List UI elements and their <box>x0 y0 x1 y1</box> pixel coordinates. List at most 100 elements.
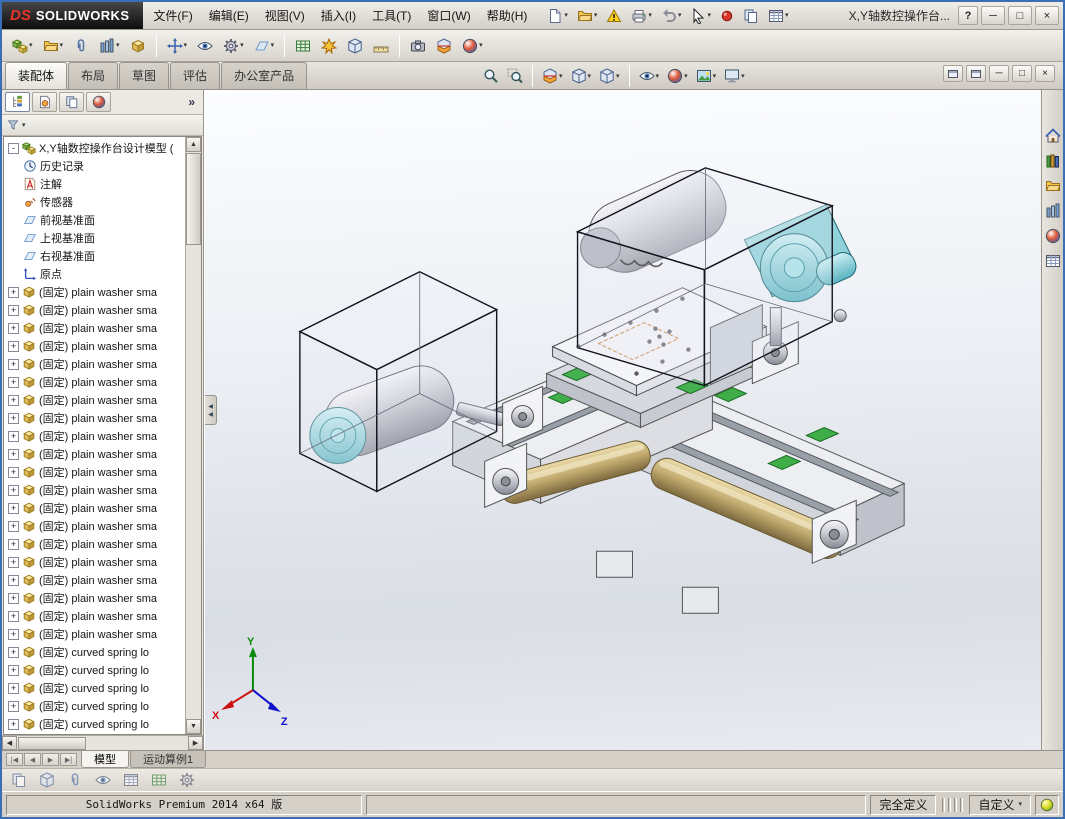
edit-appearance-button[interactable]: ▾ <box>664 65 691 87</box>
cube-tool-button[interactable] <box>35 769 59 791</box>
tree-item-component[interactable]: + (固定) plain washer sma <box>4 301 184 319</box>
rebuild-warning-button[interactable] <box>602 5 626 27</box>
unit-system-selector[interactable]: 自定义 ▾ <box>969 794 1031 815</box>
open-button[interactable]: ▾ <box>573 5 602 27</box>
close-button[interactable]: × <box>1035 6 1059 25</box>
settings-tool-button[interactable] <box>175 769 199 791</box>
measure-button[interactable] <box>369 35 393 57</box>
panel-overflow-button[interactable]: » <box>183 95 200 109</box>
scroll-down-button[interactable]: ▼ <box>186 719 201 734</box>
tree-item-front-plane[interactable]: 前视基准面 <box>4 211 184 229</box>
doc-minimize-button[interactable]: ─ <box>989 65 1009 82</box>
expander-icon[interactable]: + <box>8 502 19 514</box>
open-part-button[interactable]: ▾ <box>39 35 68 57</box>
tree-item-component[interactable]: + (固定) plain washer sma <box>4 571 184 589</box>
model-y-motor-enclosure[interactable] <box>575 160 860 387</box>
tree-collapse-handle[interactable]: ◀ ◀ <box>205 395 217 425</box>
tab-layout[interactable]: 布局 <box>68 62 119 89</box>
tree-item-component[interactable]: + (固定) curved spring lo <box>4 679 184 697</box>
expander-icon[interactable]: + <box>8 340 19 352</box>
menu-item[interactable]: 工具(T) <box>364 3 419 28</box>
expander-icon[interactable]: + <box>8 718 19 730</box>
apply-scene-button[interactable]: ▾ <box>693 65 720 87</box>
expander-icon[interactable]: + <box>8 430 19 442</box>
expander-icon[interactable]: + <box>8 448 19 460</box>
tree-item-component[interactable]: + (固定) plain washer sma <box>4 409 184 427</box>
expander-icon[interactable]: + <box>8 682 19 694</box>
tree-item-component[interactable]: + (固定) curved spring lo <box>4 643 184 661</box>
configurationmanager-tab[interactable] <box>59 92 84 112</box>
options-button[interactable] <box>739 5 763 27</box>
tree-root[interactable]: - X,Y轴数控操作台设计模型 ( <box>4 139 184 157</box>
tree-item-component[interactable]: + (固定) plain washer sma <box>4 517 184 535</box>
tab-assembly[interactable]: 装配体 <box>5 62 68 89</box>
interference-detection-button[interactable] <box>343 35 367 57</box>
custom-properties-button[interactable] <box>1043 251 1063 271</box>
tab-evaluate[interactable]: 评估 <box>170 62 221 89</box>
table-tool-button[interactable] <box>147 769 171 791</box>
expander-icon[interactable]: - <box>8 142 19 154</box>
tree-item-component[interactable]: + (固定) plain washer sma <box>4 319 184 337</box>
tree-item-component[interactable]: + (固定) plain washer sma <box>4 625 184 643</box>
minimize-button[interactable]: ─ <box>981 6 1005 25</box>
help-button[interactable]: ? <box>958 6 978 25</box>
expander-icon[interactable]: + <box>8 664 19 676</box>
menu-item[interactable]: 帮助(H) <box>479 3 536 28</box>
quick-tips-button[interactable] <box>1035 794 1059 815</box>
expander-icon[interactable]: + <box>8 412 19 424</box>
component-pattern-button[interactable]: ▾ <box>95 35 124 57</box>
expander-icon[interactable]: + <box>8 304 19 316</box>
insert-component-button[interactable]: ▾ <box>8 35 37 57</box>
view-palette-button[interactable] <box>1043 201 1063 221</box>
tree-item-component[interactable]: + (固定) plain washer sma <box>4 589 184 607</box>
view-orientation-button[interactable]: ▾ <box>568 65 595 87</box>
doc-window-button-1[interactable] <box>943 65 963 82</box>
tab-sketch[interactable]: 草图 <box>119 62 170 89</box>
section-view-tool-button[interactable] <box>432 35 456 57</box>
vcr-start-button[interactable]: |◀ <box>6 753 23 766</box>
tree-item-component[interactable]: + (固定) plain washer sma <box>4 535 184 553</box>
expander-icon[interactable]: + <box>8 322 19 334</box>
tree-item-component[interactable]: + (固定) plain washer sma <box>4 391 184 409</box>
tree-item-component[interactable]: + (固定) plain washer sma <box>4 283 184 301</box>
reference-geometry-button[interactable]: ▾ <box>250 35 279 57</box>
file-properties-button[interactable]: ▾ <box>764 5 793 27</box>
model-base-feet[interactable] <box>596 550 719 614</box>
tree-item-component[interactable]: + (固定) plain washer sma <box>4 427 184 445</box>
model-3d-view[interactable]: Y X Z <box>205 90 1041 750</box>
tree-item-history[interactable]: 历史记录 <box>4 157 184 175</box>
zoom-to-fit-button[interactable] <box>480 65 502 87</box>
tree-item-component[interactable]: + (固定) plain washer sma <box>4 355 184 373</box>
smart-fasteners-button[interactable] <box>126 35 150 57</box>
expander-icon[interactable]: + <box>8 610 19 622</box>
expander-icon[interactable]: + <box>8 394 19 406</box>
doc-window-button-2[interactable] <box>966 65 986 82</box>
tree-item-component[interactable]: + (固定) plain washer sma <box>4 553 184 571</box>
scrollbar-thumb[interactable] <box>18 736 86 750</box>
scroll-left-button[interactable]: ◀ <box>2 736 17 750</box>
tree-item-component[interactable]: + (固定) plain washer sma <box>4 499 184 517</box>
resources-home-button[interactable] <box>1043 126 1063 146</box>
tree-item-component[interactable]: + (固定) plain washer sma <box>4 481 184 499</box>
appearances-button[interactable] <box>1043 226 1063 246</box>
mate-button[interactable] <box>69 35 93 57</box>
vcr-end-button[interactable]: ▶| <box>60 753 77 766</box>
design-library-button[interactable] <box>1043 151 1063 171</box>
undo-button[interactable]: ▾ <box>657 5 686 27</box>
expander-icon[interactable]: + <box>8 520 19 532</box>
view-settings-button[interactable]: ▾ <box>721 65 748 87</box>
graphics-viewport[interactable]: Y X Z ◀ ◀ <box>204 90 1041 750</box>
doc-restore-button[interactable]: □ <box>1012 65 1032 82</box>
zoom-to-area-button[interactable] <box>504 65 526 87</box>
expander-icon[interactable]: + <box>8 574 19 586</box>
tree-horizontal-scrollbar[interactable]: ◀ ▶ <box>2 735 203 750</box>
vcr-next-button[interactable]: ▶ <box>42 753 59 766</box>
menu-item[interactable]: 文件(F) <box>145 3 200 28</box>
expander-icon[interactable]: + <box>8 358 19 370</box>
appearance-tool-button[interactable]: ▾ <box>458 35 487 57</box>
move-component-button[interactable]: ▾ <box>163 35 192 57</box>
featuremanager-tab[interactable] <box>5 92 30 112</box>
record-button[interactable] <box>716 6 738 26</box>
expander-icon[interactable]: + <box>8 376 19 388</box>
tree-item-component[interactable]: + (固定) plain washer sma <box>4 337 184 355</box>
